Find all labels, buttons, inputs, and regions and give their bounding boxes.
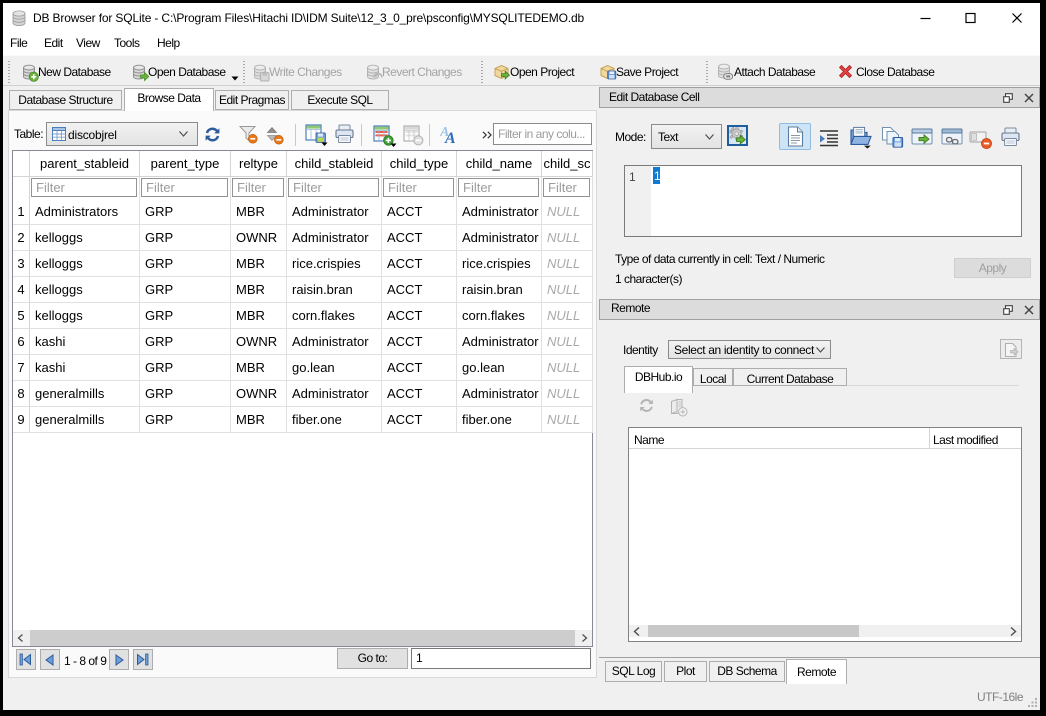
svg-text:A: A	[444, 130, 456, 144]
